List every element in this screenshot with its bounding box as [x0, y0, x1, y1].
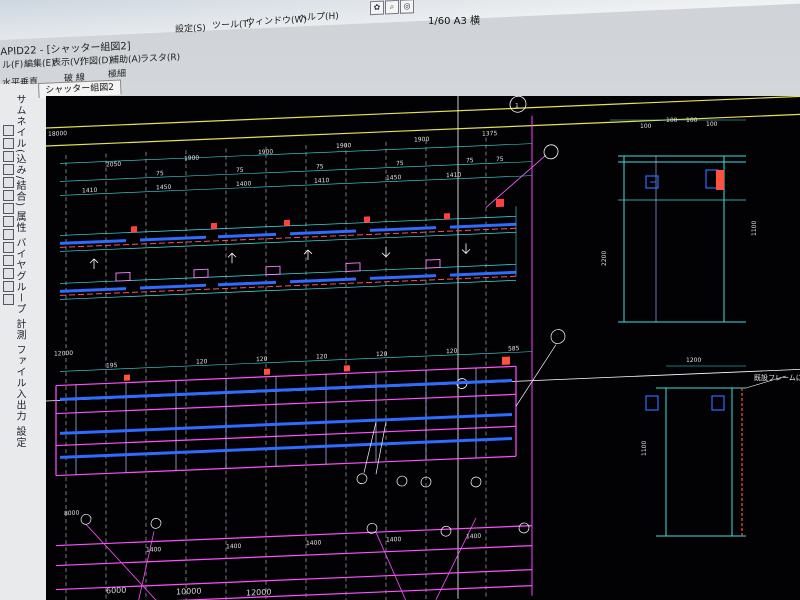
mid-dim-3: 1410 — [314, 177, 329, 185]
tool-circle-icon[interactable] — [3, 164, 14, 175]
right-side-dim-2: 1100 — [641, 441, 648, 456]
tool-dim-icon[interactable] — [3, 190, 14, 201]
bottom-dim-3: 1400 — [386, 536, 401, 544]
menu-settings[interactable]: 設定(S) — [175, 21, 206, 35]
lower-dim-6: 585 — [508, 345, 520, 352]
small-dim-4: 75 — [466, 157, 474, 164]
level-label-2: 8000 — [64, 510, 79, 518]
annotation-weld: 既設フレームに溶着 — [754, 373, 800, 382]
mid-dim-2: 1400 — [236, 180, 251, 188]
left-tool-panel: サムネイル(込み/結合) 属性 バイヤグループ 計測 ファイル入出力 設定 — [0, 84, 47, 600]
right-top-dim-1: 100 — [666, 117, 678, 124]
line-width-select[interactable]: 極細 — [108, 66, 126, 80]
right-top-dim-0: 100 — [640, 123, 652, 130]
drawing-canvas[interactable]: 1 2050 1900 1900 1900 1900 1375 75 75 75… — [46, 96, 800, 600]
bottom-level-2: 12000 — [246, 588, 271, 598]
tool-copy-icon[interactable] — [3, 216, 14, 227]
upper-rail-group — [60, 222, 516, 293]
mid-dim-4: 1450 — [386, 174, 401, 182]
tool-move-icon[interactable] — [3, 203, 14, 214]
tool-erase-icon[interactable] — [3, 229, 14, 240]
bottom-level-1: 10000 — [176, 586, 201, 596]
tool-layer-icon[interactable] — [3, 268, 14, 279]
top-dim-5: 1375 — [482, 130, 497, 138]
mid-dim-1: 1450 — [156, 184, 171, 192]
svg-text:1: 1 — [515, 102, 519, 109]
lower-dim-0: 195 — [106, 362, 118, 369]
section-detail-lower: 1200 既設フレームに溶着 1100 — [641, 357, 800, 537]
small-dim-3: 75 — [396, 160, 404, 167]
section-detail-upper: 100 100 100 100 2200 1100 — [601, 117, 758, 323]
menu-help[interactable]: ヘルプ(H) — [298, 9, 339, 24]
top-dim-0: 2050 — [106, 161, 121, 169]
right-lower-dim: 1200 — [686, 357, 701, 364]
small-dim-5: 75 — [496, 156, 504, 163]
top-dim-4: 1900 — [414, 136, 429, 144]
mid-dim-0: 1410 — [82, 187, 97, 195]
lower-dim-3: 120 — [316, 353, 328, 360]
bottom-dim-0: 1400 — [146, 546, 161, 554]
small-dim-0: 75 — [156, 170, 164, 177]
cad-drawing[interactable]: 1 2050 1900 1900 1900 1900 1375 75 75 75… — [46, 96, 800, 600]
lower-dim-1: 120 — [196, 358, 208, 365]
top-dim-2: 1900 — [258, 148, 273, 156]
bottom-level-0: 6000 — [106, 586, 126, 596]
lower-dim-5: 120 — [446, 348, 458, 355]
tool-palette — [2, 124, 24, 306]
top-dim-1: 1900 — [184, 155, 199, 163]
tool-line-icon[interactable] — [3, 138, 14, 149]
top-dim-3: 1900 — [336, 142, 351, 150]
right-side-dim-0: 2200 — [601, 251, 608, 266]
lower-dim-4: 120 — [376, 351, 388, 358]
tool-text-icon[interactable] — [3, 177, 14, 188]
cad-screen: □ ▭ ■ ▤ ⌕ ◎ ✿ 1/60 A3 横 設定(S) ツール(T) ウィン… — [0, 0, 800, 600]
right-side-dim-1: 1100 — [751, 221, 758, 236]
right-top-dim-3: 100 — [706, 121, 718, 128]
tool-hatch-icon[interactable] — [3, 255, 14, 266]
tool-trim-icon[interactable] — [3, 242, 14, 253]
tool-snap-icon[interactable] — [3, 281, 14, 292]
tool-grid-icon[interactable] — [3, 294, 14, 305]
tool-pen-icon[interactable] — [3, 125, 14, 136]
bottom-dim-2: 1400 — [306, 539, 321, 547]
bottom-dim-1: 1400 — [226, 543, 241, 551]
lower-dim-2: 120 — [256, 356, 268, 363]
level-label-0: 18000 — [48, 130, 67, 138]
mid-dim-5: 1410 — [446, 172, 461, 180]
small-dim-2: 75 — [316, 163, 324, 170]
level-label-1: 12000 — [54, 350, 73, 358]
small-dim-1: 75 — [236, 167, 244, 174]
tool-rect-icon[interactable] — [3, 151, 14, 162]
right-top-dim-2: 100 — [686, 117, 698, 124]
bottom-dim-4: 1400 — [466, 533, 481, 541]
